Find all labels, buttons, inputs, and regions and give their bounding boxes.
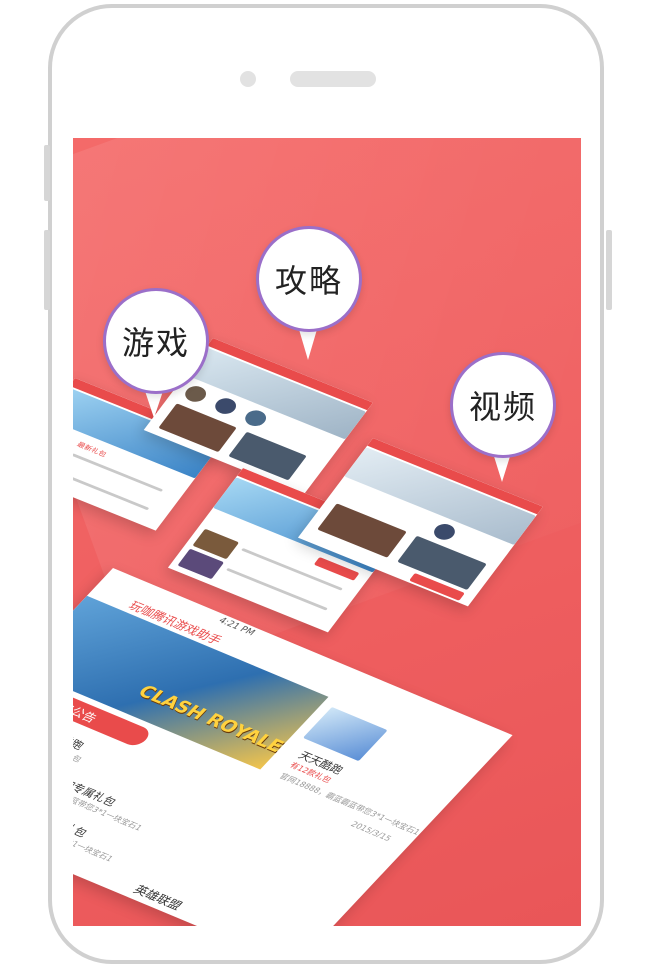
front-camera — [240, 71, 256, 87]
mini-avatar[interactable] — [430, 521, 459, 543]
footer-title[interactable]: 英雄联盟 — [130, 881, 187, 913]
banner-text: CLASH ROYALE — [133, 681, 289, 757]
mini-thumb[interactable] — [317, 503, 407, 558]
mini-avatar[interactable] — [211, 395, 240, 417]
earpiece-speaker — [290, 71, 376, 87]
list-item-title[interactable]: 天天酷跑 — [73, 723, 88, 752]
bubble-videos: 视频 — [450, 352, 556, 458]
phone-side-button — [44, 145, 50, 201]
phone-side-button — [606, 230, 612, 310]
mini-avatar[interactable] — [241, 407, 270, 429]
bubble-games: 游戏 — [103, 288, 209, 394]
phone-side-button — [44, 230, 50, 310]
bubble-guides: 攻略 — [256, 226, 362, 332]
mini-thumb[interactable] — [397, 535, 487, 591]
mini-avatar[interactable] — [181, 383, 210, 405]
